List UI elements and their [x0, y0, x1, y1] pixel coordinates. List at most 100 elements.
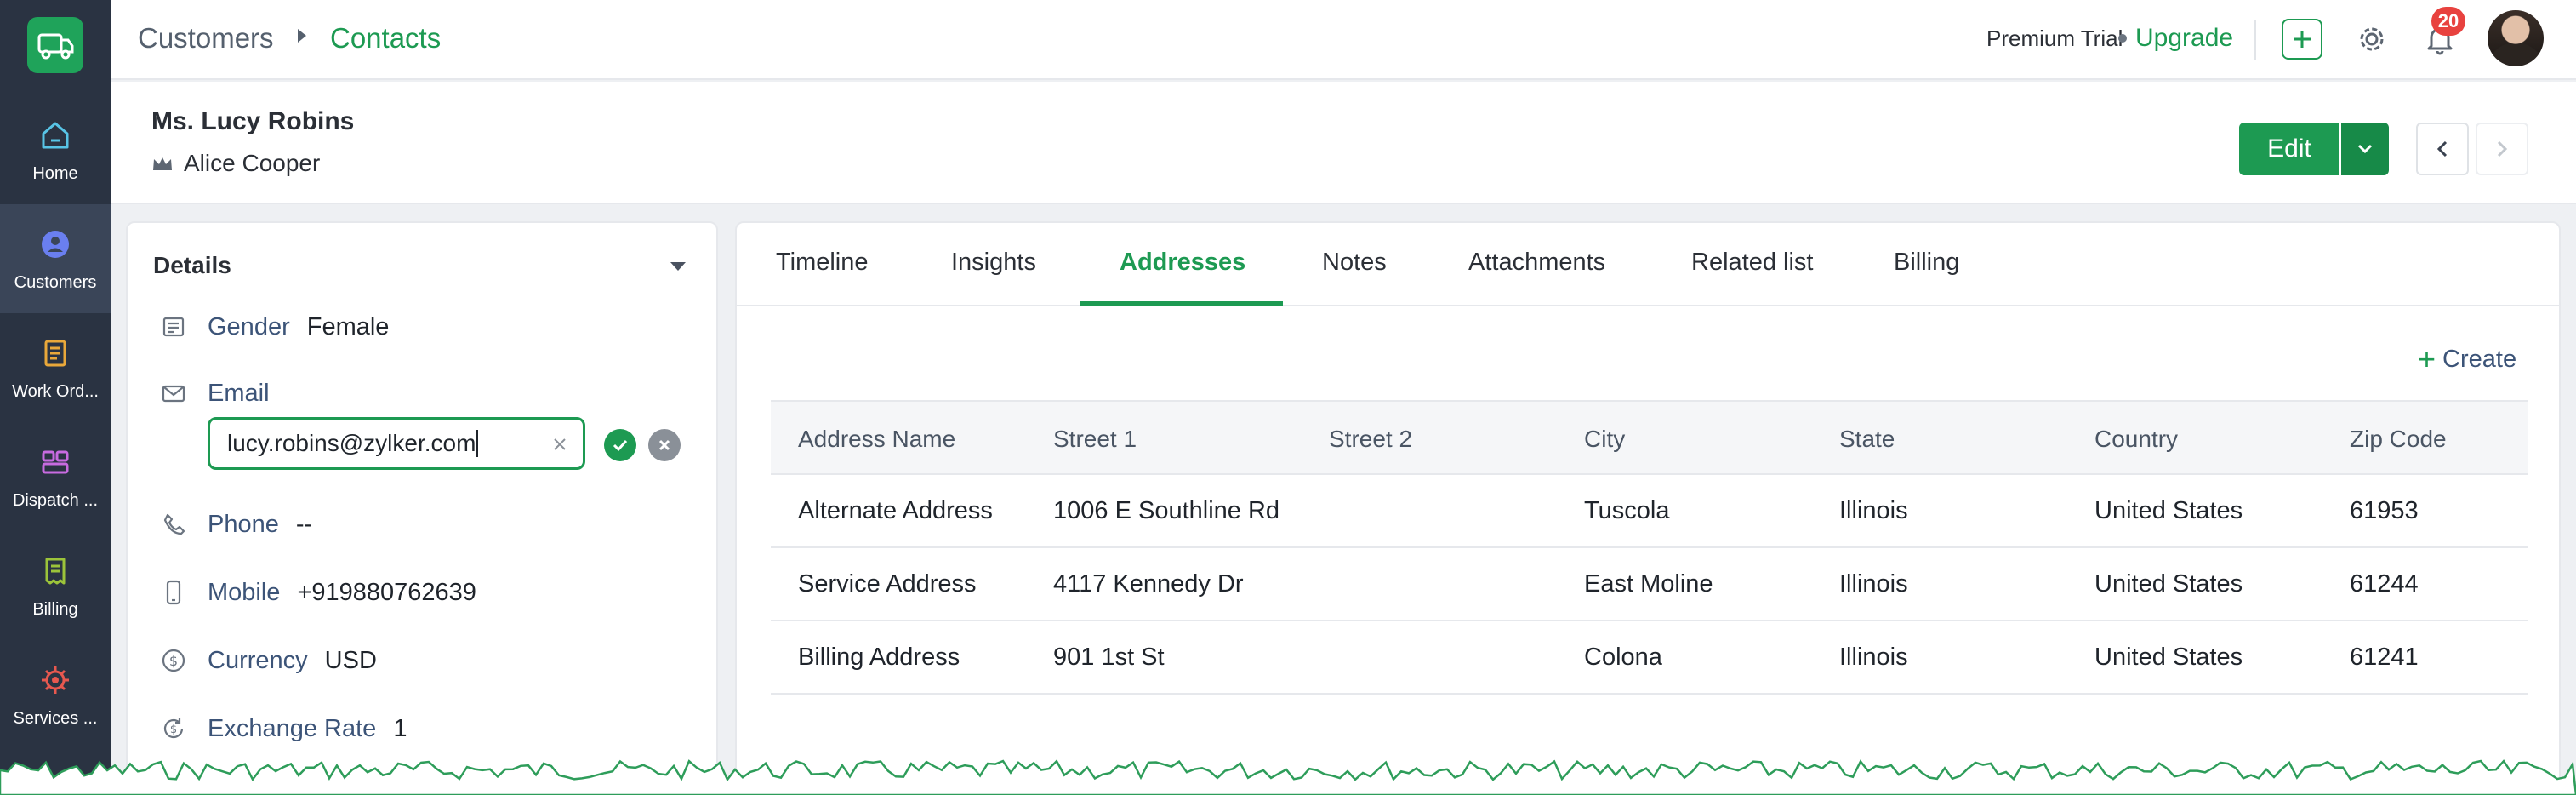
country-cell: United States: [2094, 497, 2243, 524]
torn-edge-decoration: [0, 759, 2576, 795]
van-icon: [37, 33, 74, 60]
customers-icon: [37, 226, 74, 263]
sidebar: Home Customers Work Ord... Dispatch ... …: [0, 0, 111, 795]
field-label: Mobile: [208, 578, 281, 606]
tab-attachments[interactable]: Attachments: [1468, 249, 1605, 277]
sidebar-item-home[interactable]: Home: [0, 95, 111, 204]
zip-cell: 61241: [2350, 643, 2419, 671]
active-tab-indicator: [1080, 301, 1283, 306]
sidebar-item-label: Billing: [32, 599, 78, 619]
upgrade-link[interactable]: Upgrade: [2135, 24, 2233, 53]
sidebar-item-customers[interactable]: Customers: [0, 204, 111, 313]
column-header: City: [1584, 426, 1626, 452]
street1-cell: 4117 Kennedy Dr: [1053, 570, 1244, 598]
field-label: Email: [208, 379, 270, 407]
table-header: Address Name Street 1 Street 2 City Stat…: [771, 400, 2528, 475]
quick-create-button[interactable]: [2282, 19, 2322, 60]
plus-icon: +: [2418, 341, 2436, 376]
field-gender: Gender Female: [160, 310, 389, 344]
column-header: Address Name: [798, 426, 956, 452]
address-name-cell: Service Address: [798, 570, 977, 598]
edit-options-button[interactable]: [2341, 123, 2389, 175]
sidebar-item-label: Home: [32, 163, 78, 183]
gender-icon: [160, 313, 187, 340]
address-name-cell: Alternate Address: [798, 497, 993, 524]
sidebar-item-label: Dispatch ...: [12, 490, 99, 510]
chevron-left-icon: [2436, 140, 2448, 157]
save-email-button[interactable]: [604, 429, 636, 461]
street1-cell: 901 1st St: [1053, 643, 1165, 671]
table-row[interactable]: Alternate Address 1006 E Southline Rd Tu…: [771, 475, 2528, 548]
sidebar-item-dispatch[interactable]: Dispatch ...: [0, 422, 111, 531]
work-orders-icon: [37, 335, 74, 372]
city-cell: Colona: [1584, 643, 1662, 671]
tab-addresses[interactable]: Addresses: [1120, 249, 1245, 277]
sidebar-item-label: Work Ord...: [12, 381, 99, 401]
details-title: Details: [153, 252, 231, 278]
mail-icon: [160, 380, 187, 407]
table-row[interactable]: Billing Address 901 1st St Colona Illino…: [771, 621, 2528, 695]
create-address-button[interactable]: + Create: [2418, 344, 2516, 375]
dispatch-icon: [37, 443, 74, 481]
details-panel: Details Gender Female Email lucy.robins@…: [126, 221, 718, 795]
phone-icon: [160, 511, 187, 538]
breadcrumb-customers[interactable]: Customers: [138, 22, 274, 54]
state-cell: Illinois: [1839, 643, 1908, 671]
email-input-value: lucy.robins@zylker.com: [227, 430, 476, 456]
crown-icon: [153, 157, 172, 170]
clear-icon[interactable]: [550, 435, 569, 454]
dollar-icon: $: [160, 647, 187, 674]
svg-text:$: $: [170, 724, 177, 736]
settings-button[interactable]: [2353, 20, 2391, 58]
home-icon: [37, 117, 74, 154]
collapse-details-icon[interactable]: [670, 262, 686, 271]
column-header: State: [1839, 426, 1895, 452]
check-icon: [613, 439, 628, 452]
gear-icon: [2360, 27, 2384, 51]
column-header: Street 2: [1329, 426, 1413, 452]
field-value: USD: [324, 646, 377, 674]
mobile-icon: [160, 579, 187, 606]
sidebar-item-services[interactable]: Services ...: [0, 640, 111, 749]
addresses-panel: Timeline Insights Addresses Notes Attach…: [735, 221, 2561, 795]
sidebar-item-billing[interactable]: Billing: [0, 531, 111, 640]
field-label: Currency: [208, 646, 308, 674]
field-email: Email: [160, 376, 287, 410]
tab-bar: Timeline Insights Addresses Notes Attach…: [737, 223, 2559, 306]
column-header: Street 1: [1053, 426, 1137, 452]
sidebar-item-work-orders[interactable]: Work Ord...: [0, 313, 111, 422]
tab-insights[interactable]: Insights: [951, 249, 1036, 277]
record-header: Ms. Lucy Robins Alice Cooper Edit: [111, 82, 2576, 204]
tab-timeline[interactable]: Timeline: [776, 249, 869, 277]
field-value: 1: [393, 714, 407, 742]
text-cursor: [476, 430, 479, 457]
address-name-cell: Billing Address: [798, 643, 960, 671]
sidebar-item-label: Customers: [14, 272, 97, 292]
field-exchange-rate: $ Exchange Rate 1: [160, 712, 407, 746]
notification-badge: 20: [2431, 7, 2465, 36]
next-record-button[interactable]: [2476, 123, 2528, 175]
breadcrumb-contacts[interactable]: Contacts: [330, 22, 441, 54]
trial-status: Premium Trial: [1986, 26, 2123, 51]
avatar[interactable]: [2488, 10, 2544, 66]
close-icon: [658, 439, 670, 451]
previous-record-button[interactable]: [2416, 123, 2469, 175]
field-phone: Phone --: [160, 507, 312, 541]
country-cell: United States: [2094, 643, 2243, 671]
tab-notes[interactable]: Notes: [1322, 249, 1387, 277]
exchange-icon: $: [160, 715, 187, 742]
top-bar: Customers Contacts Premium Trial Upgrade…: [111, 0, 2576, 80]
table-row[interactable]: Service Address 4117 Kennedy Dr East Mol…: [771, 548, 2528, 621]
cancel-email-button[interactable]: [648, 429, 681, 461]
field-value: --: [295, 510, 313, 538]
field-label: Phone: [208, 510, 279, 538]
edit-button[interactable]: Edit: [2239, 123, 2339, 175]
city-cell: East Moline: [1584, 570, 1713, 598]
column-header: Country: [2094, 426, 2179, 452]
tab-billing[interactable]: Billing: [1894, 249, 1959, 277]
field-value: +919880762639: [297, 578, 476, 606]
tab-related-list[interactable]: Related list: [1691, 249, 1813, 277]
email-field[interactable]: lucy.robins@zylker.com: [208, 417, 585, 470]
field-label: Exchange Rate: [208, 714, 377, 742]
app-logo[interactable]: [27, 17, 83, 73]
